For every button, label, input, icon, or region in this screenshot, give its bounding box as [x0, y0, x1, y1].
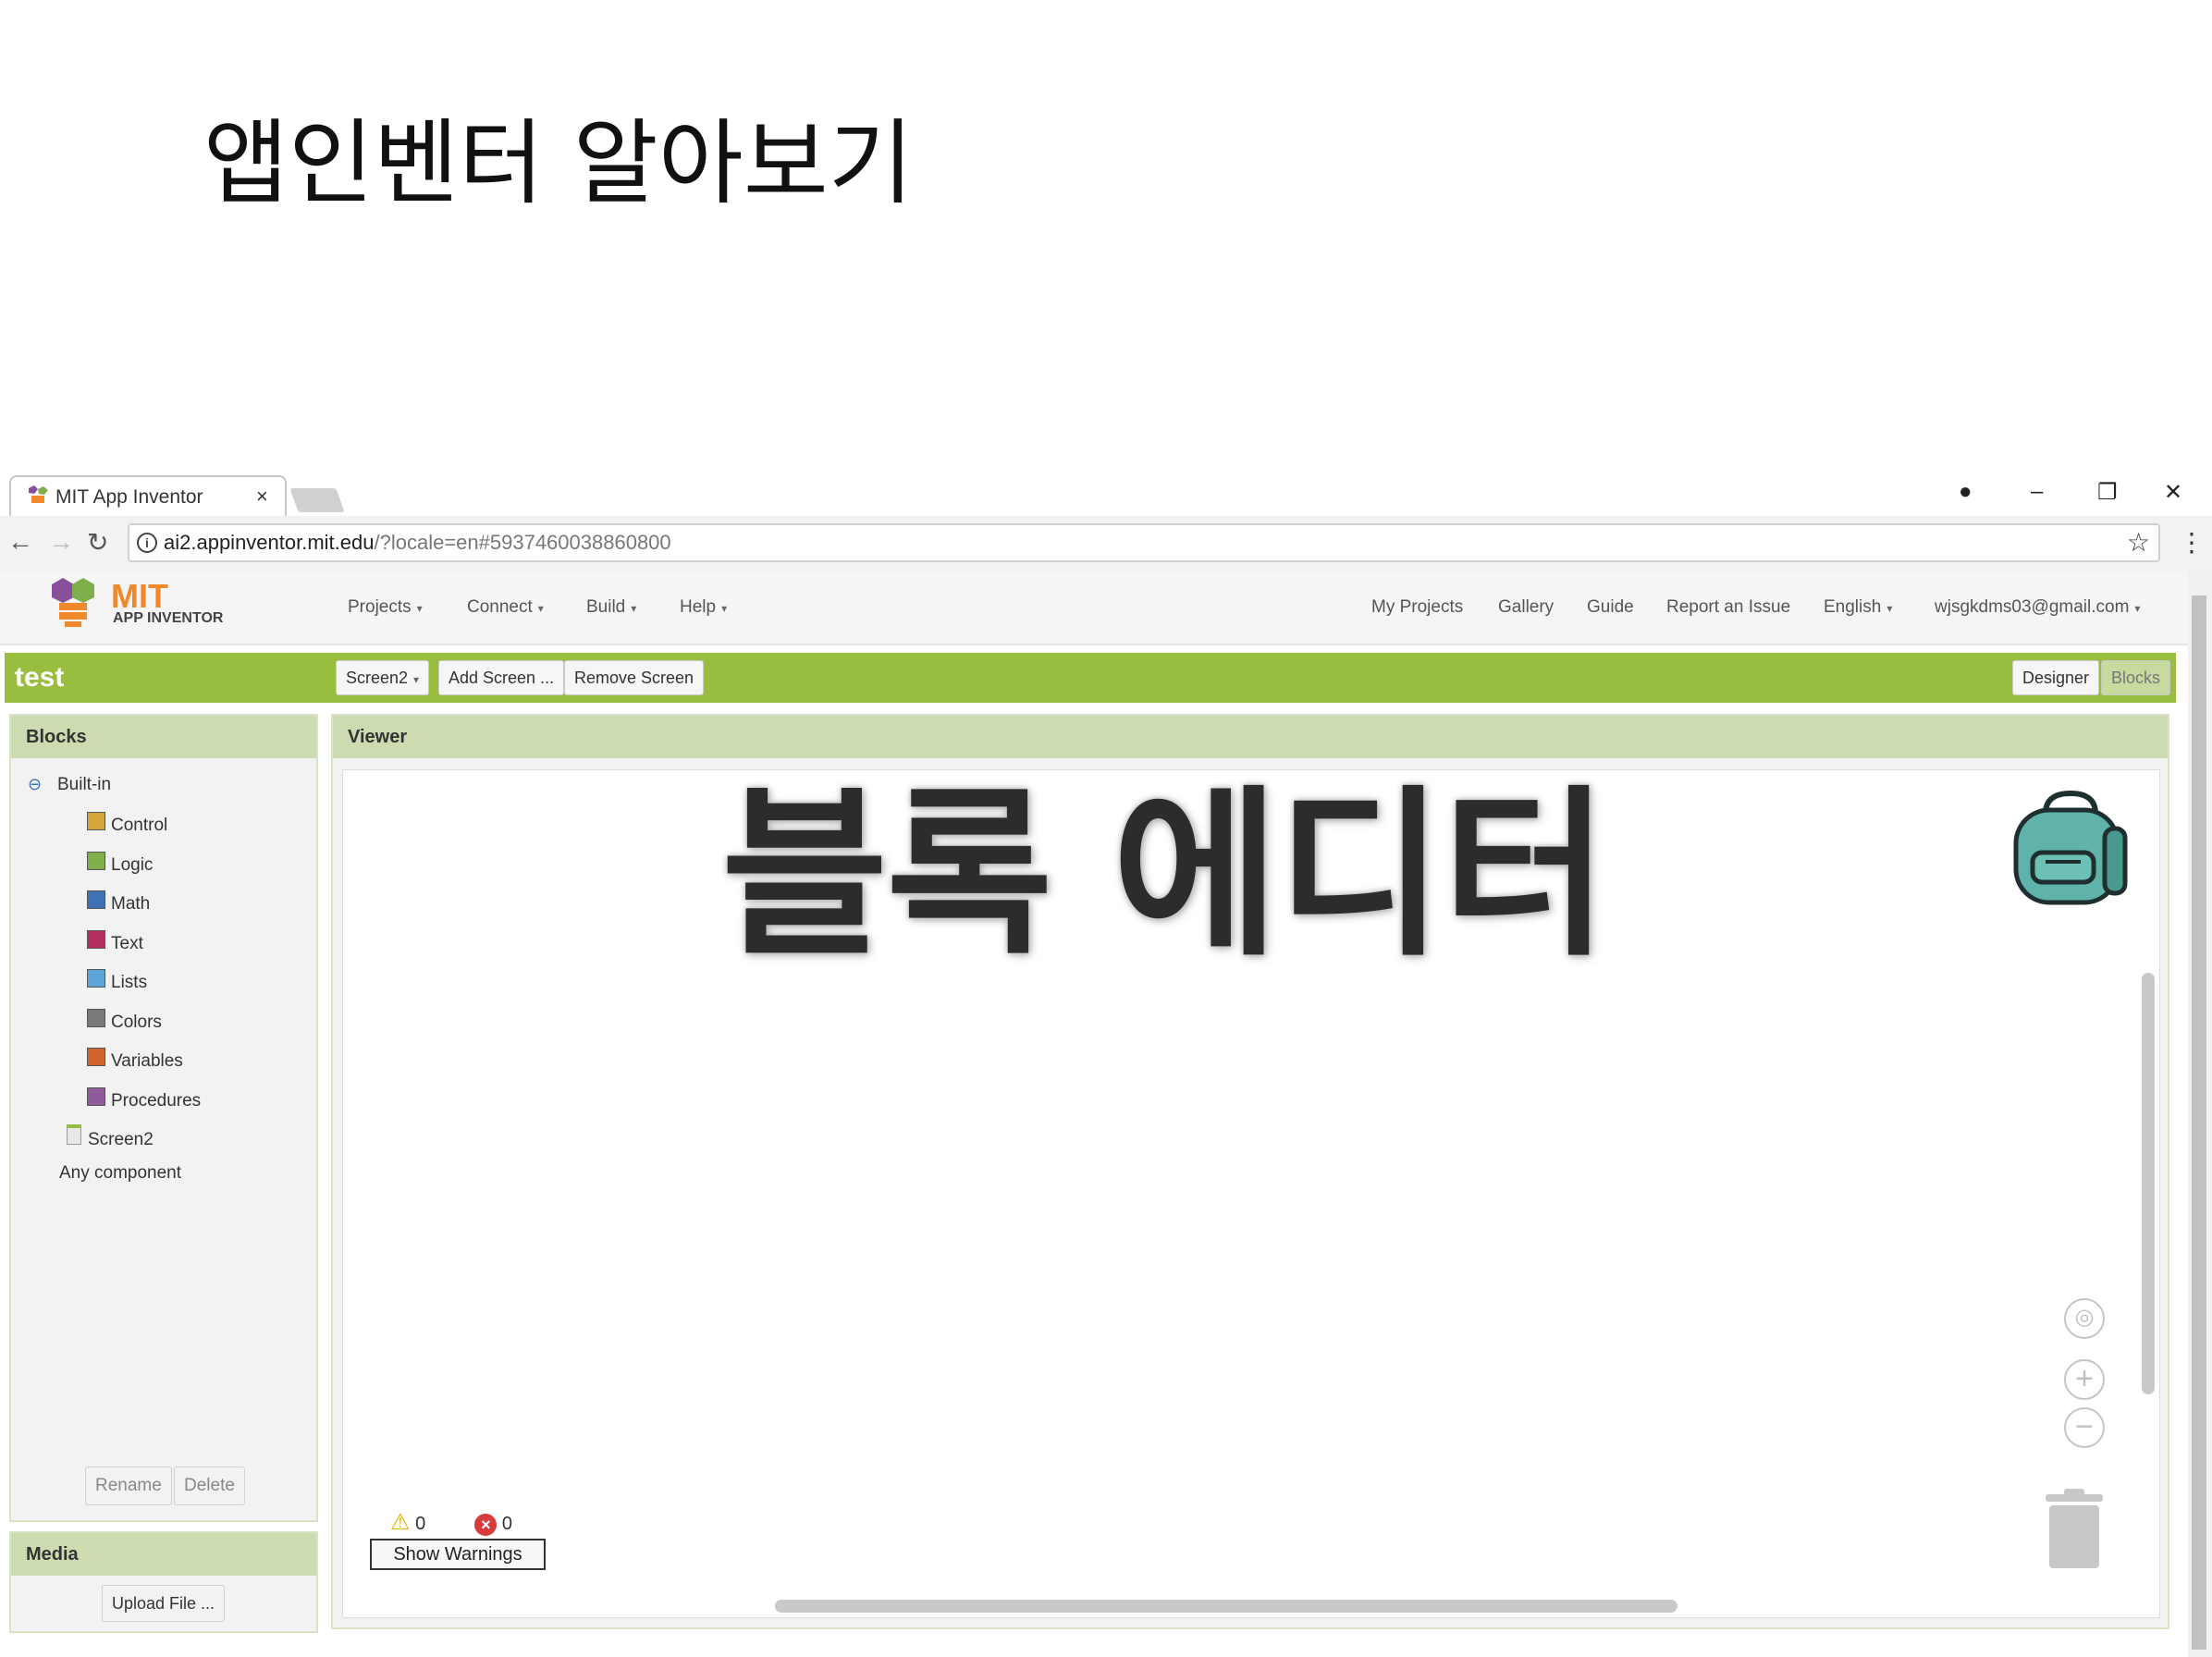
- block-category-lists[interactable]: Lists: [111, 973, 147, 993]
- gallery-link[interactable]: Gallery: [1498, 597, 1554, 618]
- chevron-down-icon: ▾: [631, 602, 637, 615]
- chevron-down-icon: ▾: [416, 602, 423, 615]
- menu-projects[interactable]: Projects ▾: [348, 597, 423, 618]
- screen-select-button[interactable]: Screen2 ▾: [336, 660, 430, 695]
- chevron-down-icon: ▾: [413, 673, 420, 686]
- browser-menu-icon[interactable]: ⋮: [2179, 527, 2205, 558]
- error-count: 0: [501, 1514, 513, 1534]
- project-name: test: [15, 662, 65, 693]
- media-panel-title: Media: [11, 1533, 316, 1576]
- block-category-logic[interactable]: Logic: [111, 855, 153, 876]
- chevron-down-icon: ▾: [1886, 602, 1893, 615]
- overlay-caption: 블록 에디터: [721, 770, 1609, 981]
- category-color-swatch: [87, 1087, 105, 1106]
- tab-close-icon[interactable]: ×: [256, 485, 268, 509]
- any-component-item[interactable]: Any component: [59, 1163, 181, 1184]
- error-icon: ×: [474, 1513, 498, 1536]
- blocks-panel-title: Blocks: [11, 716, 316, 758]
- restore-icon[interactable]: ❐: [2097, 479, 2118, 506]
- recenter-icon[interactable]: ◎: [2064, 1298, 2105, 1339]
- block-category-math[interactable]: Math: [111, 894, 150, 914]
- back-arrow-icon[interactable]: ←: [7, 527, 33, 557]
- menu-connect[interactable]: Connect ▾: [467, 597, 544, 618]
- zoom-in-icon[interactable]: +: [2064, 1359, 2105, 1400]
- trash-icon[interactable]: [2044, 1489, 2105, 1570]
- warning-icon: ⚠: [390, 1510, 411, 1535]
- built-in-category[interactable]: Built-in: [57, 775, 111, 795]
- report-issue-link[interactable]: Report an Issue: [1666, 597, 1790, 618]
- chevron-down-icon: ▾: [537, 602, 544, 615]
- menu-help[interactable]: Help ▾: [680, 597, 727, 618]
- close-window-icon[interactable]: ✕: [2164, 479, 2182, 506]
- workspace-vertical-scrollbar[interactable]: [2142, 973, 2155, 1394]
- screen-icon: [67, 1124, 81, 1145]
- reload-icon[interactable]: ↻: [87, 527, 108, 558]
- bookmark-star-icon[interactable]: ☆: [2127, 527, 2150, 558]
- warning-count: 0: [415, 1514, 426, 1534]
- browser-tab-title: MIT App Inventor: [55, 486, 203, 508]
- block-category-control[interactable]: Control: [111, 816, 167, 836]
- guide-link[interactable]: Guide: [1587, 597, 1634, 618]
- language-menu[interactable]: English ▾: [1824, 597, 1892, 618]
- chevron-down-icon: ▾: [721, 602, 728, 615]
- slide-title: 앱인벤터 알아보기: [203, 109, 914, 217]
- logo-subtext: APP INVENTOR: [113, 610, 224, 626]
- show-warnings-button[interactable]: Show Warnings: [370, 1539, 546, 1570]
- category-color-swatch: [87, 852, 105, 870]
- block-category-colors[interactable]: Colors: [111, 1013, 162, 1033]
- url-path: /?locale=en#5937460038860800: [374, 531, 671, 554]
- delete-button[interactable]: Delete: [174, 1467, 245, 1505]
- add-screen-button[interactable]: Add Screen ...: [438, 660, 565, 695]
- mit-logo-icon: [52, 578, 94, 627]
- rename-button[interactable]: Rename: [85, 1467, 172, 1505]
- block-category-variables[interactable]: Variables: [111, 1051, 183, 1072]
- designer-button[interactable]: Designer: [2012, 660, 2100, 695]
- workspace-horizontal-scrollbar[interactable]: [775, 1600, 1677, 1613]
- url-text: ai2.appinventor.mit.edu/?locale=en#59374…: [164, 531, 671, 555]
- backpack-icon[interactable]: [2009, 786, 2132, 910]
- remove-screen-button[interactable]: Remove Screen: [564, 660, 705, 695]
- tree-item-screen2[interactable]: Screen2: [88, 1130, 154, 1150]
- category-color-swatch: [87, 1009, 105, 1027]
- app-inventor-favicon-icon: [29, 485, 48, 503]
- project-toolbar: [5, 653, 2176, 703]
- category-color-swatch: [87, 930, 105, 949]
- new-tab-button[interactable]: [289, 488, 345, 512]
- menu-build[interactable]: Build ▾: [586, 597, 636, 618]
- page-scrollbar-thumb[interactable]: [2192, 595, 2206, 1650]
- blocks-button[interactable]: Blocks: [2101, 660, 2171, 695]
- block-category-text[interactable]: Text: [111, 934, 143, 954]
- category-color-swatch: [87, 1048, 105, 1066]
- chevron-down-icon: ▾: [2134, 602, 2141, 615]
- my-projects-link[interactable]: My Projects: [1371, 597, 1463, 618]
- warning-counters: ⚠ 0 × 0: [390, 1509, 512, 1536]
- site-info-icon[interactable]: i: [137, 533, 157, 553]
- collapse-icon[interactable]: ⊖: [28, 775, 42, 794]
- account-menu[interactable]: wjsgkdms03@gmail.com ▾: [1935, 597, 2140, 618]
- minimize-icon[interactable]: –: [2031, 479, 2043, 505]
- category-color-swatch: [87, 890, 105, 909]
- upload-file-button[interactable]: Upload File ...: [102, 1585, 226, 1622]
- category-color-swatch: [87, 812, 105, 830]
- profile-icon[interactable]: ●: [1959, 479, 1972, 505]
- block-category-procedures[interactable]: Procedures: [111, 1091, 201, 1111]
- category-color-swatch: [87, 969, 105, 988]
- zoom-out-icon[interactable]: −: [2064, 1407, 2105, 1448]
- forward-arrow-icon[interactable]: →: [48, 527, 74, 557]
- url-host: ai2.appinventor.mit.edu: [164, 531, 375, 554]
